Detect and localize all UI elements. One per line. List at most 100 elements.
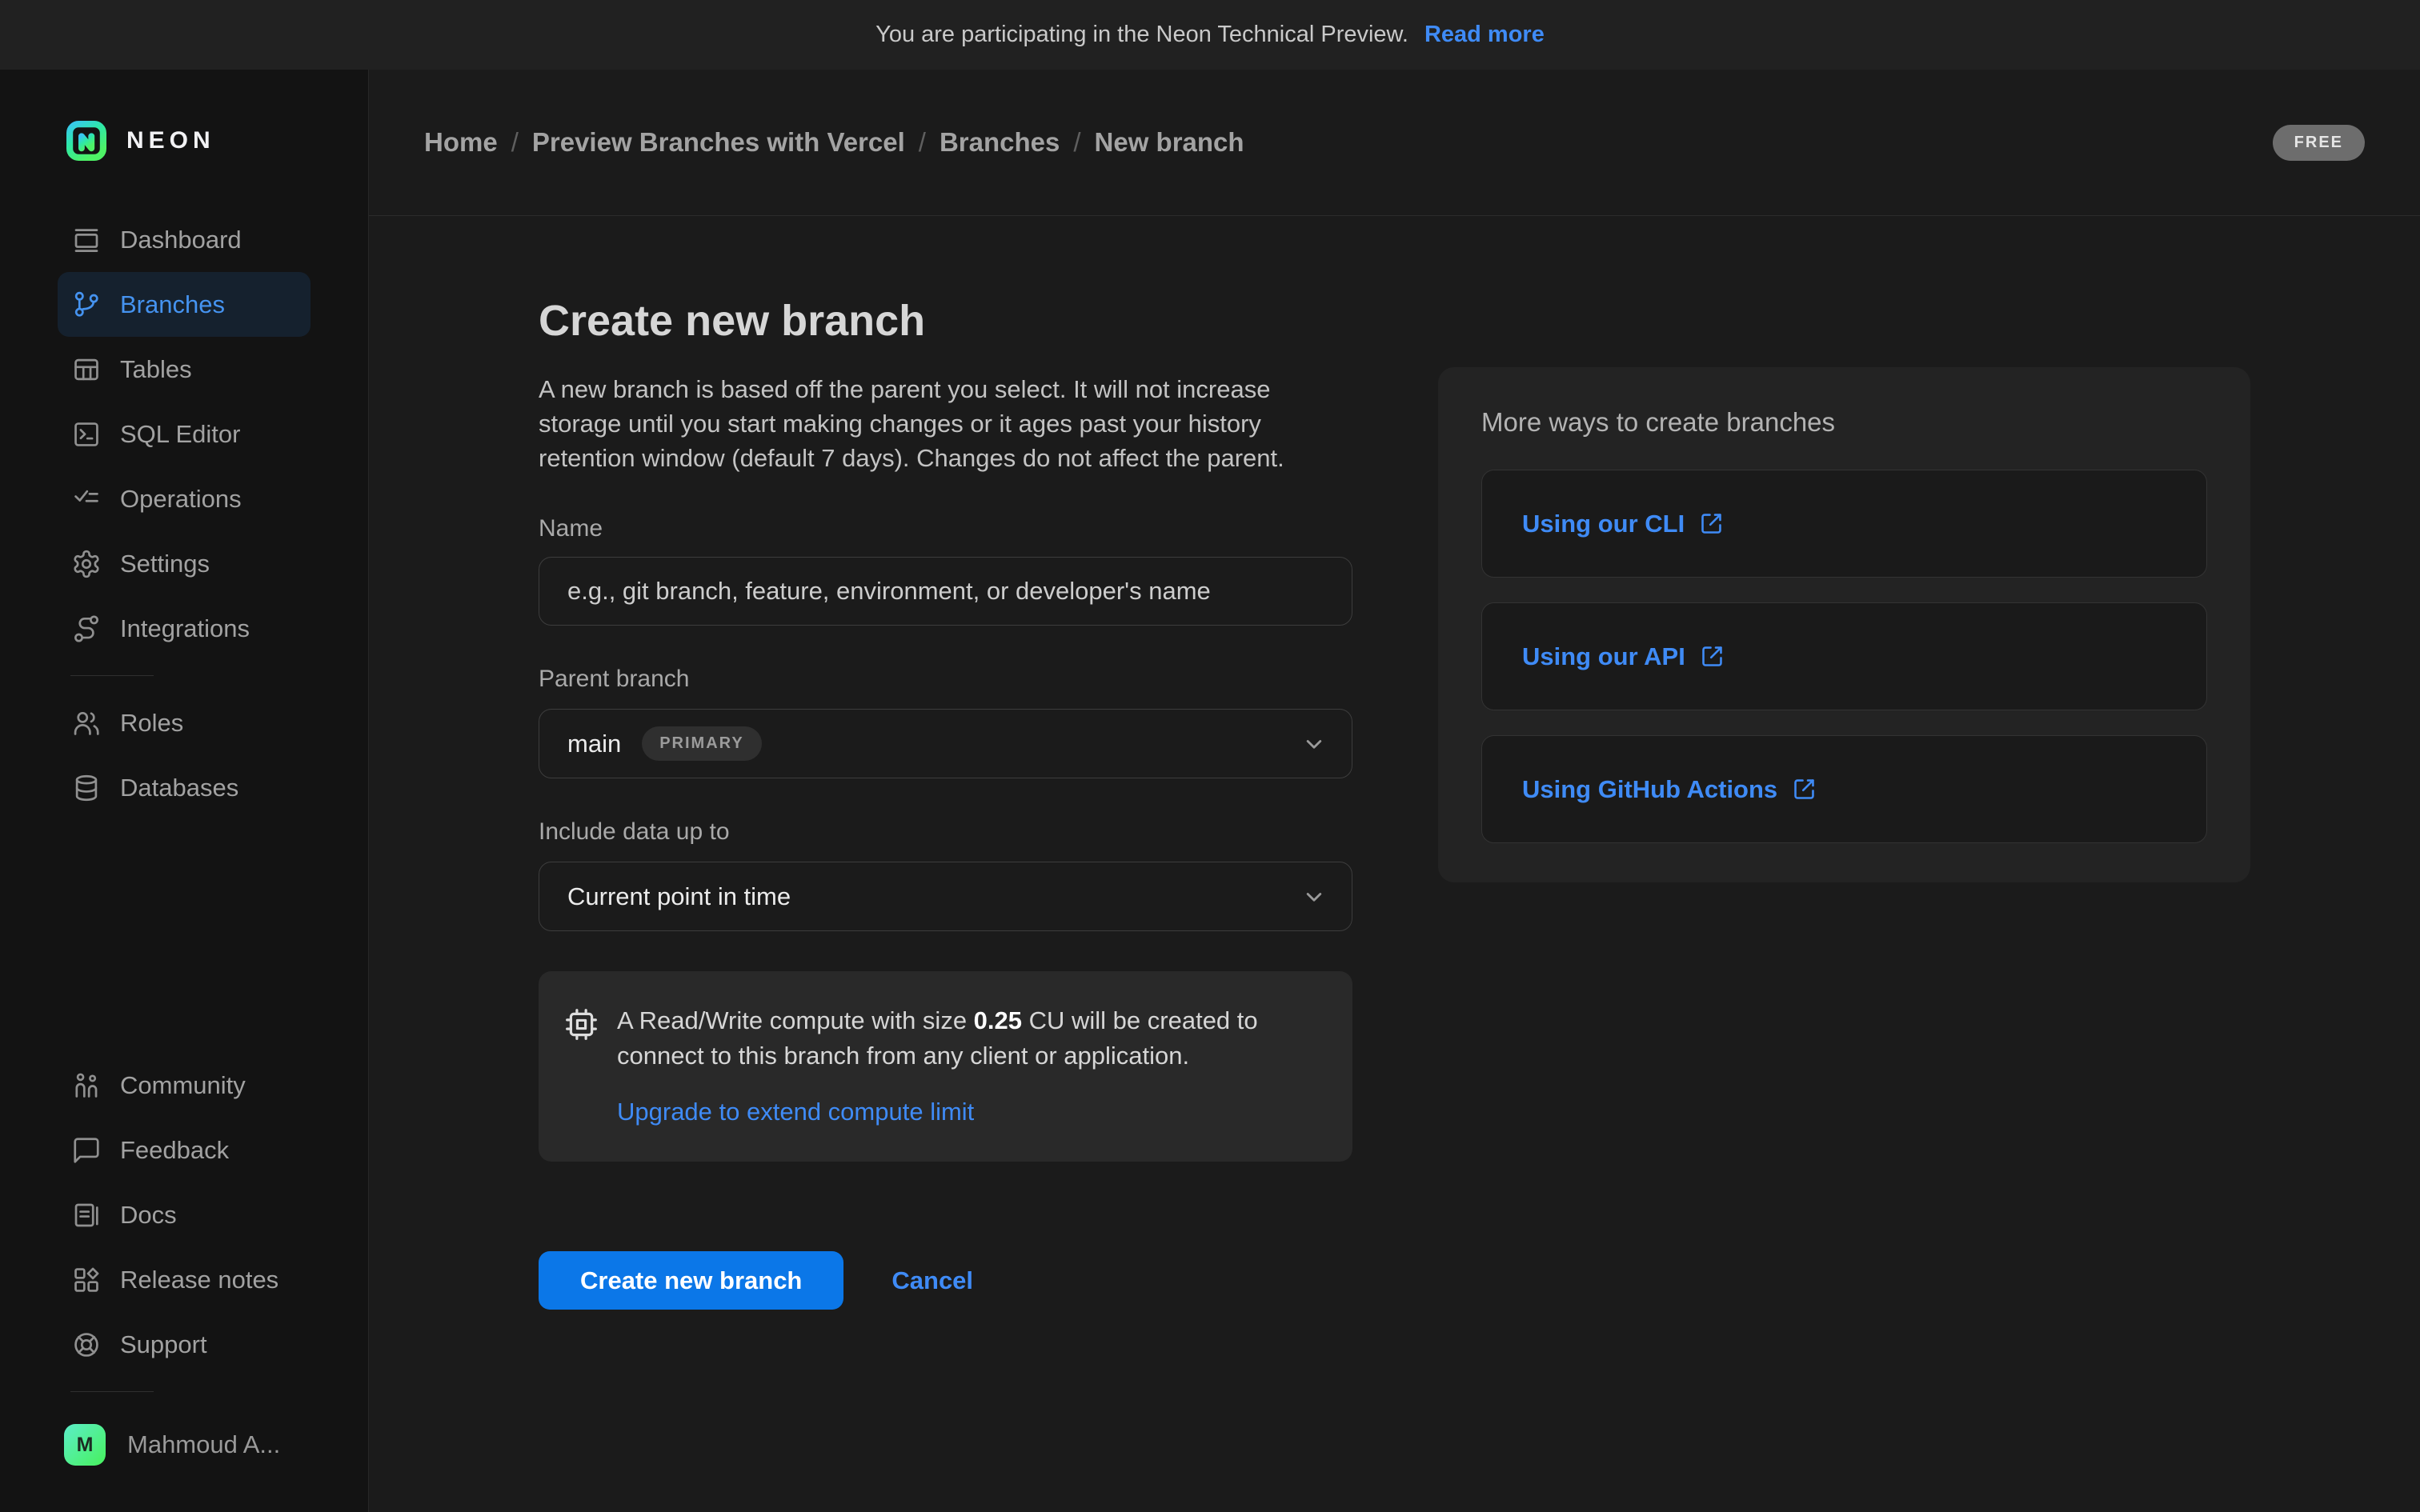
github-actions-link-label: Using GitHub Actions [1522,775,1777,804]
include-data-label: Include data up to [539,818,1352,846]
sidebar-item-label: Roles [120,709,183,738]
users-icon [71,708,102,738]
app-shell: NEON Dashboard Branches Tables SQL Edito… [0,70,2420,1512]
chevron-down-icon [1300,730,1328,758]
parent-branch-select[interactable]: main PRIMARY [539,709,1352,778]
parent-branch-label: Parent branch [539,666,1352,693]
neon-logo-icon [66,121,106,161]
sidebar-item-label: Tables [120,355,192,384]
api-card[interactable]: Using our API [1481,602,2207,710]
page-title: Create new branch [539,296,1352,346]
chevron-down-icon [1300,883,1328,910]
sidebar-item-operations[interactable]: Operations [58,466,311,531]
include-data-select[interactable]: Current point in time [539,862,1352,931]
cli-link[interactable]: Using our CLI [1522,510,1724,538]
sidebar-item-integrations[interactable]: Integrations [58,596,311,661]
gear-icon [71,549,102,579]
grid-icon [71,1265,102,1295]
breadcrumb-current: New branch [1095,127,1244,158]
sidebar-item-label: Integrations [120,614,250,643]
sidebar-item-dashboard[interactable]: Dashboard [58,207,311,272]
panel-title: More ways to create branches [1481,407,2207,438]
sidebar-item-community[interactable]: Community [58,1053,311,1118]
cancel-link[interactable]: Cancel [891,1266,973,1295]
api-link[interactable]: Using our API [1522,642,1725,671]
branch-name-input[interactable] [539,557,1352,626]
cli-card[interactable]: Using our CLI [1481,470,2207,578]
sidebar-item-databases[interactable]: Databases [58,755,311,820]
life-buoy-icon [71,1330,102,1360]
form-actions: Create new branch Cancel [539,1251,1352,1310]
sidebar-item-label: Dashboard [120,226,242,254]
sidebar-item-label: Operations [120,485,242,514]
compute-note: A Read/Write compute with size 0.25 CU w… [539,971,1352,1162]
github-actions-card[interactable]: Using GitHub Actions [1481,735,2207,843]
more-ways-panel: More ways to create branches Using our C… [1438,367,2250,882]
include-data-value: Current point in time [567,882,791,911]
cpu-icon [563,1006,599,1042]
create-branch-form: Create new branch A new branch is based … [539,296,1352,1310]
compute-note-body: A Read/Write compute with size 0.25 CU w… [617,1003,1320,1126]
sidebar-item-branches[interactable]: Branches [58,272,311,337]
sidebar-item-label: Community [120,1071,246,1100]
breadcrumb-separator: / [1073,127,1080,158]
user-name: Mahmoud A... [127,1430,280,1459]
sidebar-item-label: Settings [120,550,210,578]
main-area: Home / Preview Branches with Vercel / Br… [369,70,2420,1512]
terminal-icon [71,419,102,450]
sidebar: NEON Dashboard Branches Tables SQL Edito… [0,70,369,1512]
user-menu[interactable]: M Mahmoud A... [0,1424,368,1466]
plan-badge: FREE [2273,125,2365,161]
breadcrumb-project[interactable]: Preview Branches with Vercel [532,127,905,158]
banner-message: You are participating in the Neon Techni… [875,22,1408,48]
sidebar-item-release-notes[interactable]: Release notes [58,1247,311,1312]
route-icon [71,614,102,644]
sidebar-item-label: Feedback [120,1136,229,1165]
database-icon [71,773,102,803]
sidebar-item-roles[interactable]: Roles [58,690,311,755]
breadcrumb-home[interactable]: Home [424,127,498,158]
page-description: A new branch is based off the parent you… [539,372,1339,475]
primary-nav: Dashboard Branches Tables SQL Editor Ope… [0,207,368,661]
content: Create new branch A new branch is based … [369,216,2420,1310]
create-branch-button[interactable]: Create new branch [539,1251,843,1310]
sidebar-divider [70,1391,154,1392]
sidebar-divider [70,675,154,676]
upgrade-link[interactable]: Upgrade to extend compute limit [617,1098,974,1126]
compute-note-text: A Read/Write compute with size 0.25 CU w… [617,1003,1320,1074]
external-link-icon [1700,644,1725,669]
sidebar-item-label: Databases [120,774,238,802]
primary-badge: PRIMARY [642,726,761,761]
breadcrumb: Home / Preview Branches with Vercel / Br… [424,127,1244,158]
sidebar-item-label: Release notes [120,1266,278,1294]
external-link-icon [1699,511,1724,536]
compute-size-value: 0.25 [974,1006,1022,1034]
sidebar-item-label: Branches [120,290,225,319]
sidebar-item-tables[interactable]: Tables [58,337,311,402]
cli-link-label: Using our CLI [1522,510,1685,538]
sidebar-item-docs[interactable]: Docs [58,1182,311,1247]
name-label: Name [539,515,1352,542]
sidebar-item-sql-editor[interactable]: SQL Editor [58,402,311,466]
api-link-label: Using our API [1522,642,1685,671]
brand[interactable]: NEON [0,121,368,161]
topbar: Home / Preview Branches with Vercel / Br… [369,70,2420,216]
read-more-link[interactable]: Read more [1424,22,1545,48]
footer-nav: Community Feedback Docs Release notes Su… [0,1053,368,1377]
external-link-icon [1792,777,1817,802]
sidebar-item-settings[interactable]: Settings [58,531,311,596]
avatar: M [64,1424,106,1466]
sidebar-spacer [0,820,368,1053]
parent-branch-value: main [567,730,621,758]
breadcrumb-branches[interactable]: Branches [940,127,1060,158]
community-icon [71,1070,102,1101]
sidebar-item-feedback[interactable]: Feedback [58,1118,311,1182]
sidebar-item-support[interactable]: Support [58,1312,311,1377]
checklist-icon [71,484,102,514]
sidebar-item-label: Support [120,1330,207,1359]
data-nav: Roles Databases [0,690,368,820]
dashboard-icon [71,225,102,255]
table-icon [71,354,102,385]
github-actions-link[interactable]: Using GitHub Actions [1522,775,1817,804]
sidebar-item-label: SQL Editor [120,420,240,449]
